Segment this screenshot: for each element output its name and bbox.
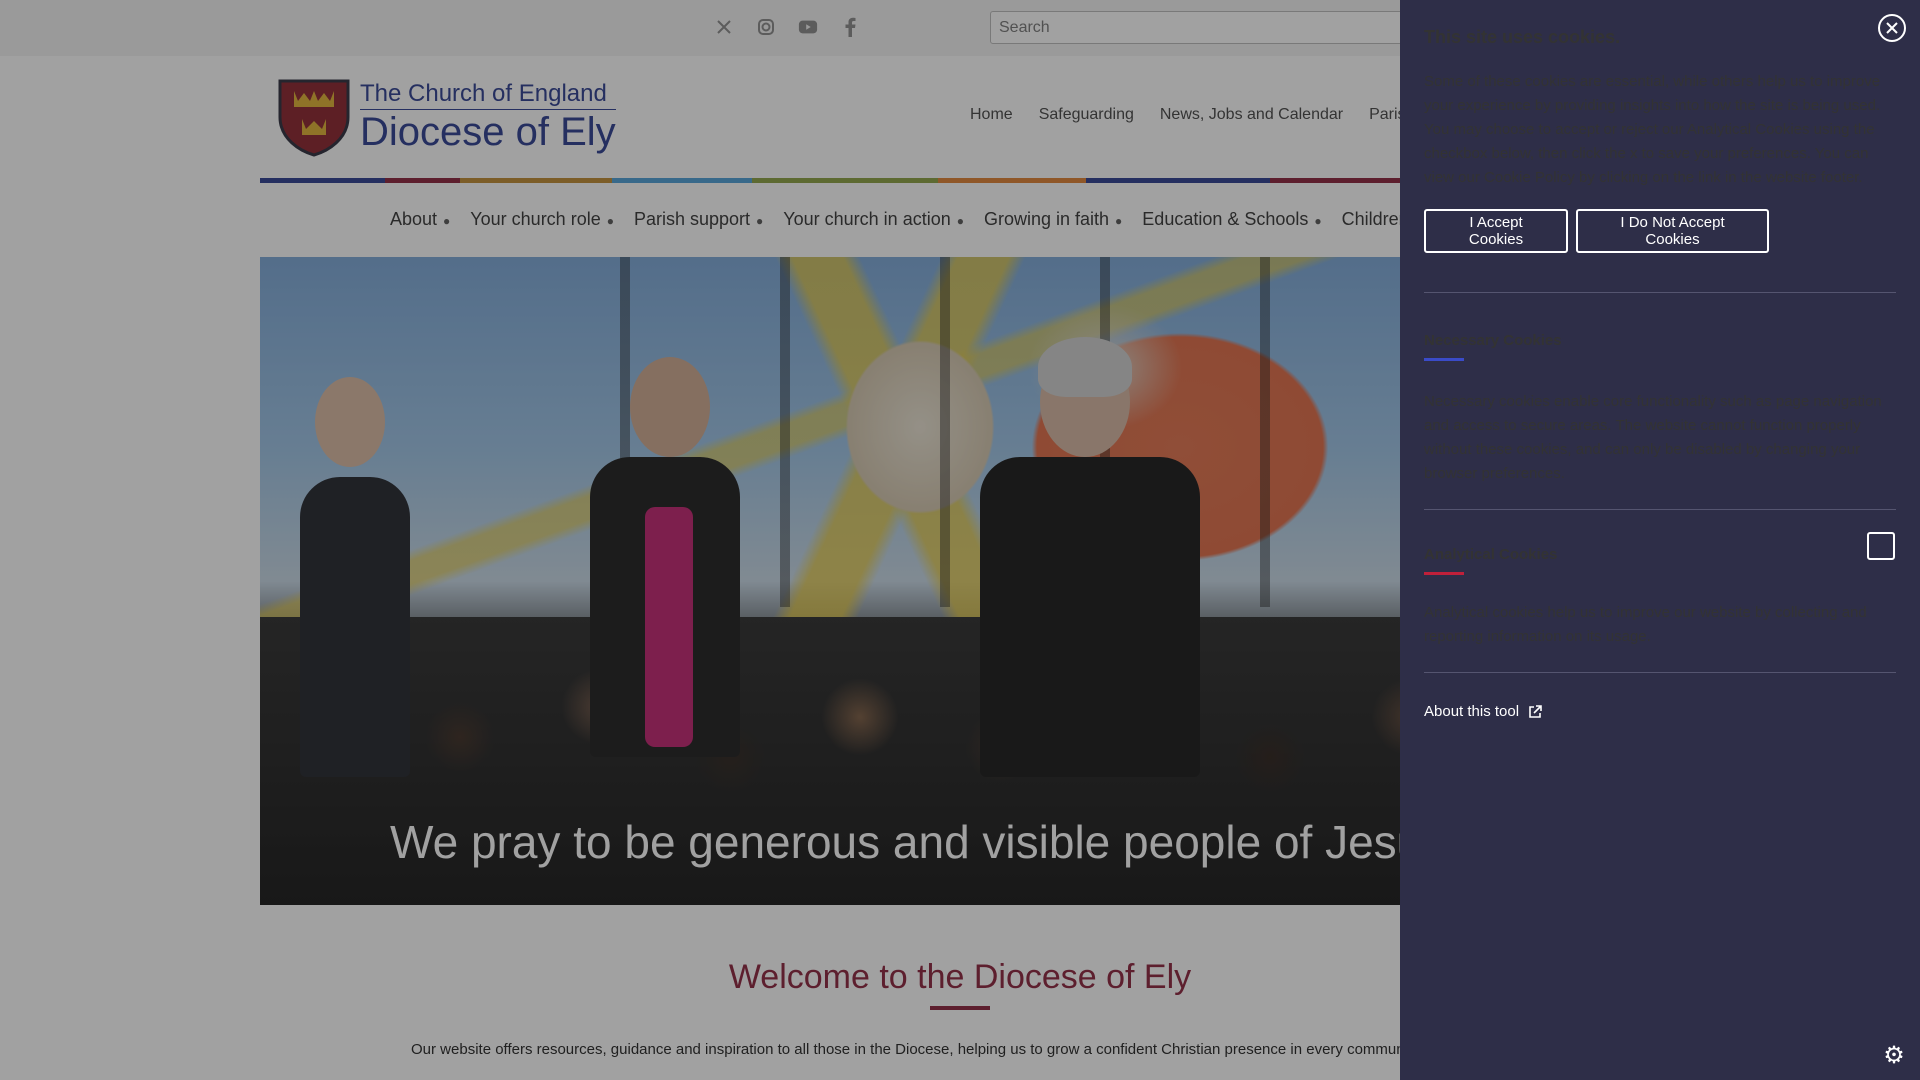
analytical-cookies-underline xyxy=(1424,572,1464,575)
cookie-intro: Some of these cookies are essential, whi… xyxy=(1424,73,1881,186)
analytical-cookies-text: Analytical cookies help us to improve ou… xyxy=(1424,604,1867,645)
gear-icon[interactable]: ⚙ xyxy=(1882,1044,1906,1068)
cookie-settings-tab[interactable] xyxy=(1840,1000,1920,1080)
necessary-cookies-underline xyxy=(1424,358,1464,361)
analytical-cookies-title: Analytical Cookies xyxy=(1424,546,1558,563)
necessary-cookies-title: Necessary Cookies xyxy=(1424,332,1562,349)
close-icon xyxy=(1886,22,1898,34)
analytical-cookies-checkbox[interactable] xyxy=(1867,532,1895,560)
about-tool-label: About this tool xyxy=(1424,703,1520,720)
accept-cookies-button[interactable]: I Accept Cookies xyxy=(1424,209,1568,253)
reject-cookies-button[interactable]: I Do Not Accept Cookies xyxy=(1576,209,1769,253)
external-link-icon xyxy=(1529,704,1542,718)
cookie-divider xyxy=(1424,672,1896,673)
about-tool-link[interactable]: About this tool xyxy=(1424,703,1543,720)
cookie-title: This site uses cookies. xyxy=(1424,27,1621,47)
cookie-divider xyxy=(1424,292,1896,293)
close-cookie-panel-button[interactable] xyxy=(1878,14,1906,42)
cookie-divider xyxy=(1424,509,1896,510)
necessary-cookies-text: Necessary cookies enable core functional… xyxy=(1424,393,1882,482)
